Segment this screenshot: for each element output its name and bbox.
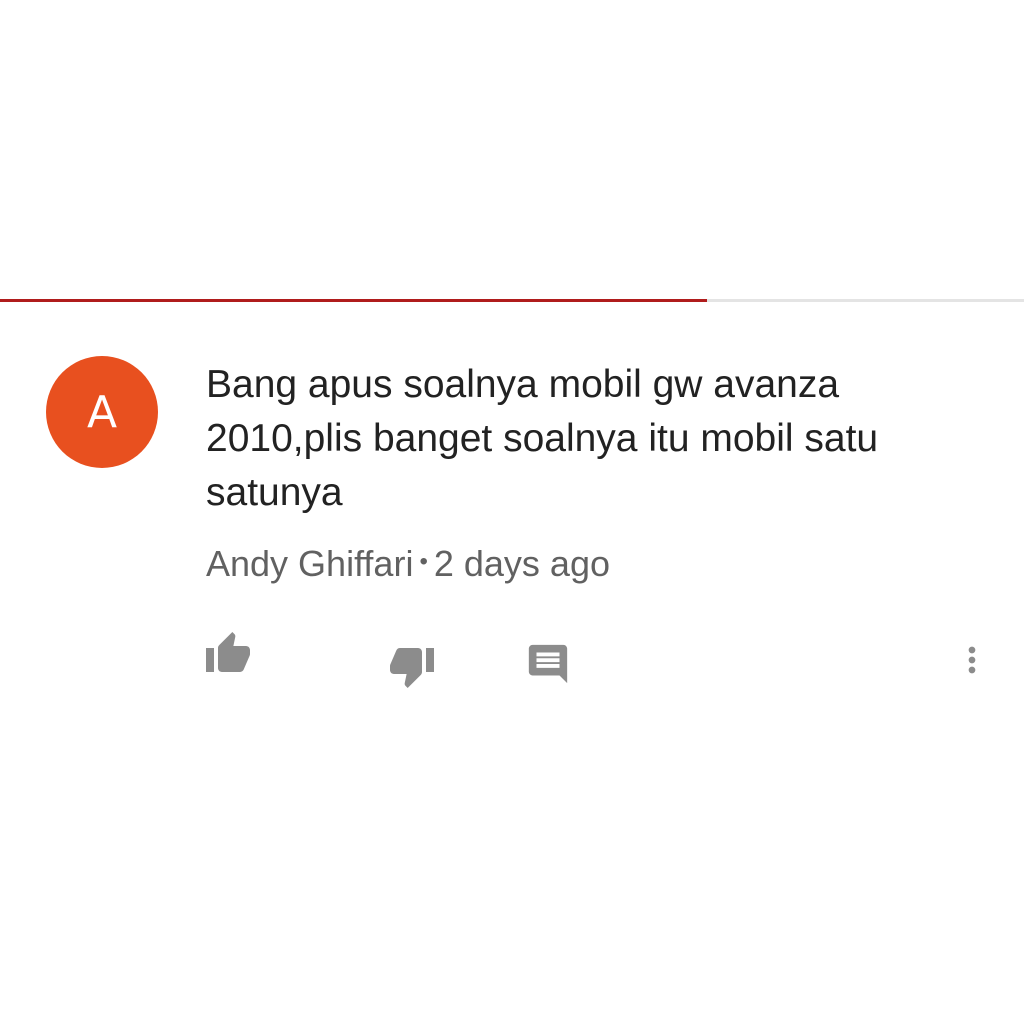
- thumbs-down-icon: [390, 648, 434, 688]
- thumbs-up-icon: [206, 632, 250, 672]
- dislike-button[interactable]: [386, 640, 438, 692]
- comment-reply-icon: [528, 644, 568, 684]
- comment-meta: Andy Ghiffari • 2 days ago: [206, 540, 610, 590]
- video-progress-fill: [0, 299, 707, 302]
- reply-button[interactable]: [522, 638, 574, 690]
- comment-timestamp: 2 days ago: [433, 543, 610, 584]
- meta-separator: •: [419, 548, 428, 576]
- author-name[interactable]: Andy Ghiffari: [206, 543, 413, 584]
- avatar-initial: A: [86, 386, 118, 438]
- like-button[interactable]: [202, 628, 254, 680]
- video-progress-bar[interactable]: [0, 299, 1024, 302]
- comment-text: Bang apus soalnya mobil gw avanza 2010,p…: [206, 363, 879, 514]
- more-options-button[interactable]: [952, 634, 992, 686]
- more-vertical-icon: [968, 646, 976, 674]
- avatar[interactable]: A: [46, 356, 158, 468]
- comment-screen: A Bang apus soalnya mobil gw avanza 2010…: [0, 0, 1024, 1024]
